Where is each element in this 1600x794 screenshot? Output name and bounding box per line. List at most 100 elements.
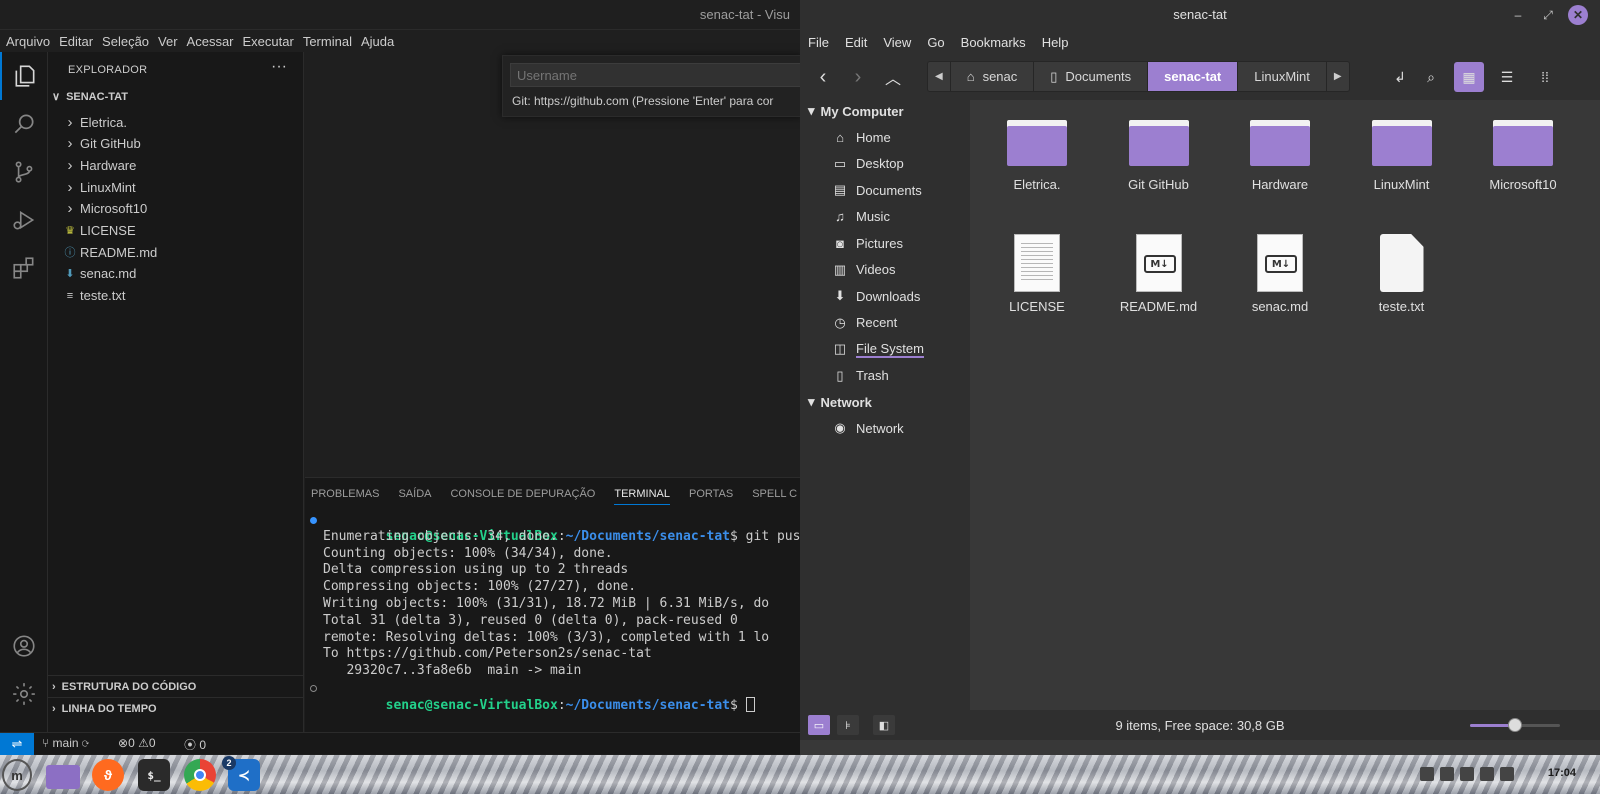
tab-spell-checker[interactable]: SPELL C: [752, 488, 797, 500]
sidebar-item-music[interactable]: ♫ Music: [832, 206, 890, 228]
up-icon[interactable]: ︿: [878, 62, 908, 92]
ports-status[interactable]: ⦿ 0: [184, 736, 206, 753]
display-icon[interactable]: [1420, 767, 1434, 781]
extensions-icon[interactable]: [0, 244, 48, 292]
menu-edit[interactable]: Edit: [845, 35, 867, 50]
menu-view[interactable]: View: [883, 35, 911, 50]
toggle-location-entry-icon[interactable]: ↲: [1385, 62, 1415, 92]
sidebar-item-recent[interactable]: ◷ Recent: [832, 312, 897, 334]
tab-console-depuracao[interactable]: CONSOLE DE DEPURAÇÃO: [450, 488, 595, 500]
workspace-folder-header[interactable]: ∨ SENAC-TAT: [52, 90, 128, 104]
network-section[interactable]: ▾ Network: [808, 391, 872, 413]
compact-view-icon[interactable]: ⁞⁞: [1530, 62, 1560, 92]
tree-folder[interactable]: › Eletrica.: [62, 111, 127, 133]
search-icon[interactable]: [0, 100, 48, 148]
file-item[interactable]: LICENSE: [982, 234, 1092, 314]
firefox-icon[interactable]: ϑ: [92, 759, 124, 791]
outline-section[interactable]: › ESTRUTURA DO CÓDIGO: [48, 675, 304, 697]
sidebar-item-documents[interactable]: ▤ Documents: [832, 179, 922, 201]
breadcrumb-senac-tat[interactable]: senac-tat: [1148, 62, 1239, 91]
menu-acessar[interactable]: Acessar: [187, 34, 234, 49]
tree-folder[interactable]: › Microsoft10: [62, 198, 148, 220]
account-icon[interactable]: [0, 622, 48, 670]
my-computer-section[interactable]: ▾ My Computer: [808, 100, 904, 122]
tree-file[interactable]: ≡ teste.txt: [62, 285, 126, 307]
menu-go[interactable]: Go: [927, 35, 944, 50]
volume-icon[interactable]: [1500, 767, 1514, 781]
terminal-icon[interactable]: $_: [138, 759, 170, 791]
vscode-icon[interactable]: ≺ 2: [222, 756, 260, 791]
back-icon[interactable]: ‹: [808, 62, 838, 92]
source-control-icon[interactable]: [0, 148, 48, 196]
tree-folder[interactable]: › LinuxMint: [62, 176, 136, 198]
remote-indicator-icon[interactable]: ⇌: [0, 733, 34, 755]
file-item[interactable]: Microsoft10: [1468, 116, 1578, 192]
manage-gear-icon[interactable]: [0, 670, 48, 718]
tab-terminal[interactable]: TERMINAL: [614, 488, 670, 505]
file-item[interactable]: Eletrica.: [982, 116, 1092, 192]
maximize-icon[interactable]: ⤢: [1538, 5, 1558, 25]
menu-ver[interactable]: Ver: [158, 34, 178, 49]
tree-folder[interactable]: › Hardware: [62, 154, 137, 176]
sidebar-item-desktop[interactable]: ▭ Desktop: [832, 153, 904, 175]
breadcrumb-documents[interactable]: ▯ Documents: [1034, 62, 1149, 91]
username-input[interactable]: [510, 63, 810, 87]
file-item[interactable]: M↓ senac.md: [1225, 234, 1335, 314]
zoom-slider-handle[interactable]: [1508, 718, 1522, 732]
file-grid[interactable]: Eletrica. Git GitHub Hardware LinuxMint Micr…: [970, 100, 1600, 725]
file-item[interactable]: M↓ README.md: [1104, 234, 1214, 314]
shield-icon[interactable]: [1440, 767, 1454, 781]
tree-folder[interactable]: › Git GitHub: [62, 133, 141, 155]
run-debug-icon[interactable]: [0, 196, 48, 244]
sidebar-item-home[interactable]: ⌂ Home: [832, 126, 891, 148]
clipboard-icon[interactable]: [1460, 767, 1474, 781]
files-icon[interactable]: [46, 765, 80, 789]
clock[interactable]: 17:04: [1548, 767, 1576, 779]
tree-file[interactable]: ⓘ README.md: [62, 241, 158, 263]
sidebar-item-videos[interactable]: ▥ Videos: [832, 259, 896, 281]
sidebar-item-file-system[interactable]: ◫ File System: [832, 338, 924, 360]
zoom-slider[interactable]: [1470, 718, 1560, 732]
file-item[interactable]: teste.txt: [1347, 234, 1457, 314]
menu-executar[interactable]: Executar: [243, 34, 294, 49]
breadcrumb-left-arrow-icon[interactable]: ◀: [928, 62, 951, 91]
menu-help[interactable]: Help: [1042, 35, 1069, 50]
chrome-icon[interactable]: [184, 759, 216, 791]
network-tray-icon[interactable]: [1480, 767, 1494, 781]
icon-view-icon[interactable]: ▦: [1454, 62, 1484, 92]
tab-saida[interactable]: SAÍDA: [398, 488, 431, 500]
problems-status[interactable]: ⊗0 ⚠0: [118, 736, 156, 750]
branch-status[interactable]: ⑂ main ⟳: [42, 736, 89, 750]
timeline-section[interactable]: › LINHA DO TEMPO: [48, 697, 304, 719]
breadcrumb-right-arrow-icon[interactable]: ▶: [1327, 62, 1349, 91]
breadcrumb-linuxmint[interactable]: LinuxMint: [1238, 62, 1327, 91]
file-item[interactable]: Hardware: [1225, 116, 1335, 192]
menu-selecao[interactable]: Seleção: [102, 34, 149, 49]
menu-editar[interactable]: Editar: [59, 34, 93, 49]
sidebar-item-downloads[interactable]: ⬇ Downloads: [832, 285, 921, 307]
menu-terminal[interactable]: Terminal: [303, 34, 352, 49]
tree-file[interactable]: ♛ LICENSE: [62, 220, 136, 242]
search-icon[interactable]: ⌕: [1416, 62, 1446, 92]
forward-icon[interactable]: ›: [843, 62, 873, 92]
explorer-icon[interactable]: [0, 52, 48, 100]
sidebar-item-trash[interactable]: ▯ Trash: [832, 365, 888, 387]
menu-file[interactable]: File: [808, 35, 829, 50]
close-icon[interactable]: ✕: [1568, 5, 1588, 25]
sidebar-item-pictures[interactable]: ◙ Pictures: [832, 232, 903, 254]
terminal[interactable]: senac@senac-VirtualBox:~/Documents/senac…: [305, 512, 800, 732]
menu-bookmarks[interactable]: Bookmarks: [961, 35, 1026, 50]
file-item[interactable]: LinuxMint: [1347, 116, 1457, 192]
menu-ajuda[interactable]: Ajuda: [361, 34, 394, 49]
sidebar-item-network[interactable]: ◉ Network: [832, 417, 903, 439]
tree-file[interactable]: ⬇ senac.md: [62, 263, 136, 285]
mint-menu-icon[interactable]: m: [2, 759, 32, 791]
more-actions-icon[interactable]: ···: [271, 58, 287, 76]
sync-icon[interactable]: ⟳: [82, 736, 89, 750]
breadcrumb-home[interactable]: ⌂ senac: [951, 62, 1035, 91]
tab-problemas[interactable]: PROBLEMAS: [311, 488, 379, 500]
minimize-icon[interactable]: –: [1508, 5, 1528, 25]
file-item[interactable]: Git GitHub: [1104, 116, 1214, 192]
list-view-icon[interactable]: ☰: [1492, 62, 1522, 92]
menu-arquivo[interactable]: Arquivo: [6, 34, 50, 49]
